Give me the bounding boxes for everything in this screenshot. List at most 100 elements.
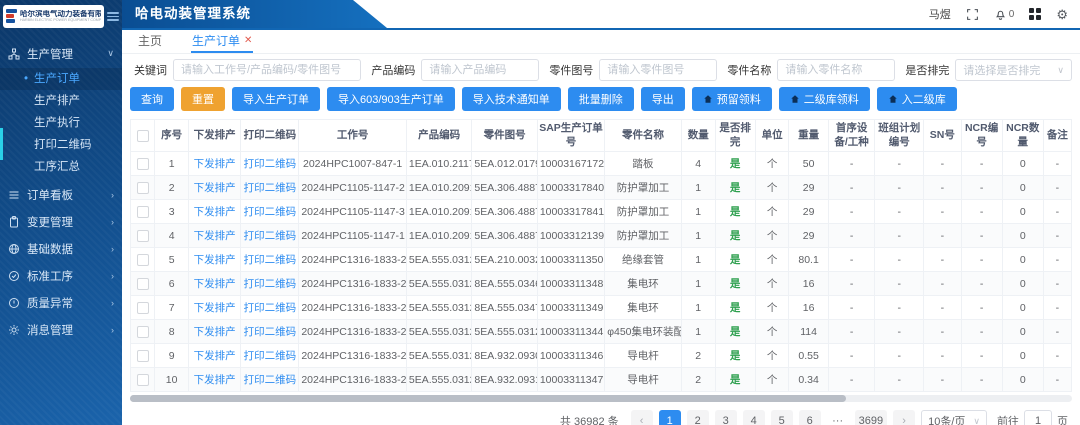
row-checkbox[interactable]	[137, 254, 149, 266]
notification-bell-icon[interactable]: 0	[994, 8, 1015, 21]
table-cell: -	[1043, 224, 1071, 248]
table-cell: 16	[789, 272, 828, 296]
page-button-1[interactable]: 1	[659, 410, 681, 425]
part-drawing-no-input[interactable]	[599, 59, 717, 81]
dispatch-link[interactable]: 下发排产	[188, 272, 240, 296]
sidebar-item-production-orders[interactable]: •生产订单	[0, 68, 122, 90]
sidebar-item-quality-exception[interactable]: 质量异常›	[0, 289, 122, 316]
table-cell: 29	[789, 224, 828, 248]
table-row: 3下发排产打印二维码2024HPC1105-1147-31EA.010.2091…	[131, 200, 1072, 224]
print-qrcode-link[interactable]: 打印二维码	[241, 224, 299, 248]
sidebar-item-message-management[interactable]: 消息管理›	[0, 316, 122, 343]
prev-page-button[interactable]: ‹	[631, 410, 653, 425]
sidebar-item-production-management[interactable]: 生产管理∨	[0, 40, 122, 67]
part-name-input[interactable]	[777, 59, 895, 81]
into-secondary-store-button[interactable]: 入二级库	[877, 87, 957, 111]
table-cell: -	[961, 152, 1002, 176]
page-button-5[interactable]: 5	[771, 410, 793, 425]
keyword-input[interactable]	[173, 59, 361, 81]
table-cell: 8EA.932.0931	[472, 368, 537, 392]
row-checkbox[interactable]	[137, 350, 149, 362]
search-button[interactable]: 查询	[130, 87, 174, 111]
row-checkbox[interactable]	[137, 326, 149, 338]
page-size-select[interactable]: 10条/页 ∨	[921, 410, 987, 425]
dispatch-link[interactable]: 下发排产	[188, 344, 240, 368]
username[interactable]: 马煜	[929, 6, 951, 22]
chevron-right-icon: ›	[111, 244, 114, 254]
fullscreen-icon[interactable]	[966, 8, 979, 21]
secondary-store-picking-button[interactable]: 二级库领料	[779, 87, 870, 111]
sidebar-item-order-board[interactable]: 订单看板›	[0, 181, 122, 208]
print-qrcode-link[interactable]: 打印二维码	[241, 152, 299, 176]
import-orders-button[interactable]: 导入生产订单	[232, 87, 320, 111]
next-page-button[interactable]: ›	[893, 410, 915, 425]
sidebar-item-change-management[interactable]: 变更管理›	[0, 208, 122, 235]
column-header: NCR数量	[1002, 120, 1043, 152]
table-row: 10下发排产打印二维码2024HPC1316-1833-25EA.555.031…	[131, 368, 1072, 392]
tab-home[interactable]: 主页	[137, 30, 163, 53]
dispatch-link[interactable]: 下发排产	[188, 176, 240, 200]
sidebar-item-production-scheduling[interactable]: 生产排产	[0, 90, 122, 112]
tab-production-orders[interactable]: 生产订单 ✕	[191, 30, 253, 53]
page-button-3699[interactable]: 3699	[855, 410, 887, 425]
page-button-6[interactable]: 6	[799, 410, 821, 425]
page-button-3[interactable]: 3	[715, 410, 737, 425]
import-603-903-orders-button[interactable]: 导入603/903生产订单	[327, 87, 455, 111]
dispatch-link[interactable]: 下发排产	[188, 368, 240, 392]
print-qrcode-link[interactable]: 打印二维码	[241, 200, 299, 224]
reserve-picking-button[interactable]: 预留领料	[692, 87, 772, 111]
horizontal-scrollbar-thumb[interactable]	[130, 395, 846, 402]
apps-grid-icon[interactable]	[1029, 8, 1041, 20]
table-cell: 1EA.010.2091	[406, 200, 471, 224]
print-qrcode-link[interactable]: 打印二维码	[241, 320, 299, 344]
scheduled-status: 是	[715, 200, 755, 224]
import-tech-notice-button[interactable]: 导入技术通知单	[462, 87, 561, 111]
sidebar-item-process-summary[interactable]: 工序汇总	[0, 156, 122, 178]
table-cell: 2024HPC1316-1833-2	[299, 272, 407, 296]
sidebar-item-production-execution[interactable]: 生产执行	[0, 112, 122, 134]
settings-gear-icon[interactable]: ⚙	[1056, 8, 1068, 21]
select-all-checkbox[interactable]	[137, 130, 149, 142]
row-checkbox[interactable]	[137, 158, 149, 170]
page-button-2[interactable]: 2	[687, 410, 709, 425]
row-checkbox[interactable]	[137, 230, 149, 242]
export-button[interactable]: 导出	[641, 87, 685, 111]
is-scheduled-select[interactable]: 请选择是否排完 ∨	[955, 59, 1072, 81]
table-cell: 29	[789, 176, 828, 200]
product-code-input[interactable]	[421, 59, 539, 81]
goto-page-input[interactable]	[1024, 410, 1052, 425]
print-qrcode-link[interactable]: 打印二维码	[241, 176, 299, 200]
row-checkbox[interactable]	[137, 206, 149, 218]
menu-collapse-icon[interactable]	[107, 10, 119, 23]
row-checkbox[interactable]	[137, 302, 149, 314]
dispatch-link[interactable]: 下发排产	[188, 152, 240, 176]
row-checkbox[interactable]	[137, 278, 149, 290]
part-name-label: 零件名称	[727, 62, 771, 78]
row-checkbox[interactable]	[137, 374, 149, 386]
print-qrcode-link[interactable]: 打印二维码	[241, 368, 299, 392]
dispatch-link[interactable]: 下发排产	[188, 296, 240, 320]
print-qrcode-link[interactable]: 打印二维码	[241, 296, 299, 320]
sidebar-item-standard-process[interactable]: 标准工序›	[0, 262, 122, 289]
batch-delete-button[interactable]: 批量删除	[568, 87, 634, 111]
dispatch-link[interactable]: 下发排产	[188, 320, 240, 344]
close-tab-icon[interactable]: ✕	[244, 35, 252, 46]
print-qrcode-link[interactable]: 打印二维码	[241, 272, 299, 296]
table-cell: -	[1043, 296, 1071, 320]
reset-button[interactable]: 重置	[181, 87, 225, 111]
row-checkbox[interactable]	[137, 182, 149, 194]
dispatch-link[interactable]: 下发排产	[188, 224, 240, 248]
page-button-4[interactable]: 4	[743, 410, 765, 425]
table-cell: 5EA.306.4887	[472, 200, 537, 224]
table-cell: -	[828, 272, 875, 296]
dispatch-link[interactable]: 下发排产	[188, 248, 240, 272]
column-header: 首序设备/工种	[828, 120, 875, 152]
sidebar-item-basic-data[interactable]: 基础数据›	[0, 235, 122, 262]
table-cell: 16	[789, 296, 828, 320]
print-qrcode-link[interactable]: 打印二维码	[241, 344, 299, 368]
sidebar-item-print-qrcode[interactable]: 打印二维码	[0, 134, 122, 156]
table-cell: -	[924, 320, 961, 344]
table-cell: 集电环	[605, 272, 682, 296]
print-qrcode-link[interactable]: 打印二维码	[241, 248, 299, 272]
dispatch-link[interactable]: 下发排产	[188, 200, 240, 224]
